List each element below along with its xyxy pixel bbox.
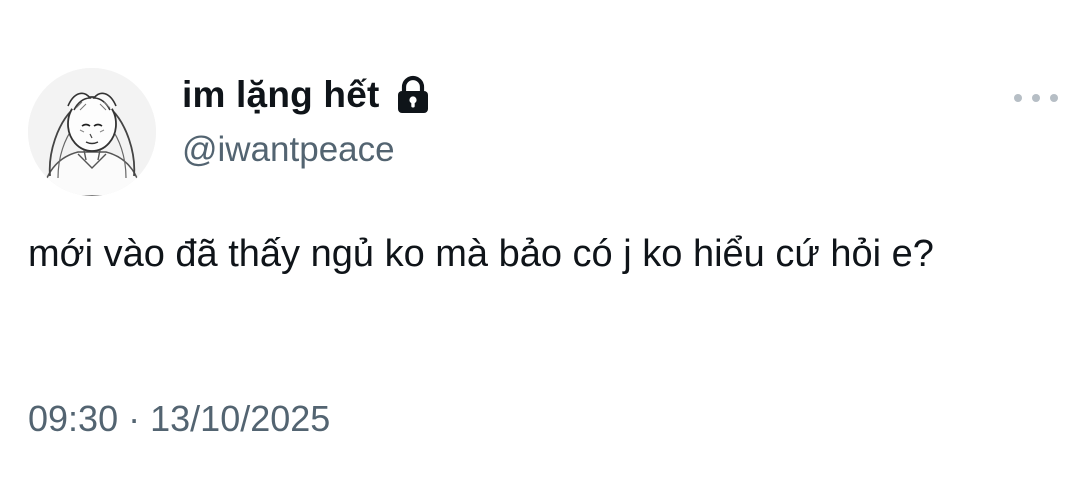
more-horizontal-icon-dot — [1050, 94, 1058, 102]
author-handle[interactable]: @iwantpeace — [182, 130, 395, 170]
more-options-button[interactable] — [1014, 84, 1058, 112]
avatar[interactable] — [28, 68, 156, 196]
more-horizontal-icon-dot — [1032, 94, 1040, 102]
avatar-sketch-icon — [28, 68, 156, 196]
tweet-text: mới vào đã thấy ngủ ko mà bảo có j ko hi… — [28, 233, 934, 275]
more-horizontal-icon — [1014, 94, 1022, 102]
timestamp-separator: · — [128, 398, 141, 439]
tweet-card: im lặng hết @iwantpeace mới vào đã thấy … — [0, 0, 1080, 481]
tweet-time: 09:30 — [28, 398, 119, 439]
lock-icon — [394, 75, 432, 115]
timestamp[interactable]: 09:30 · 13/10/2025 — [28, 398, 330, 440]
tweet-date: 13/10/2025 — [150, 398, 331, 439]
display-name[interactable]: im lặng hết — [182, 74, 380, 116]
author-name-row: im lặng hết — [182, 70, 432, 120]
